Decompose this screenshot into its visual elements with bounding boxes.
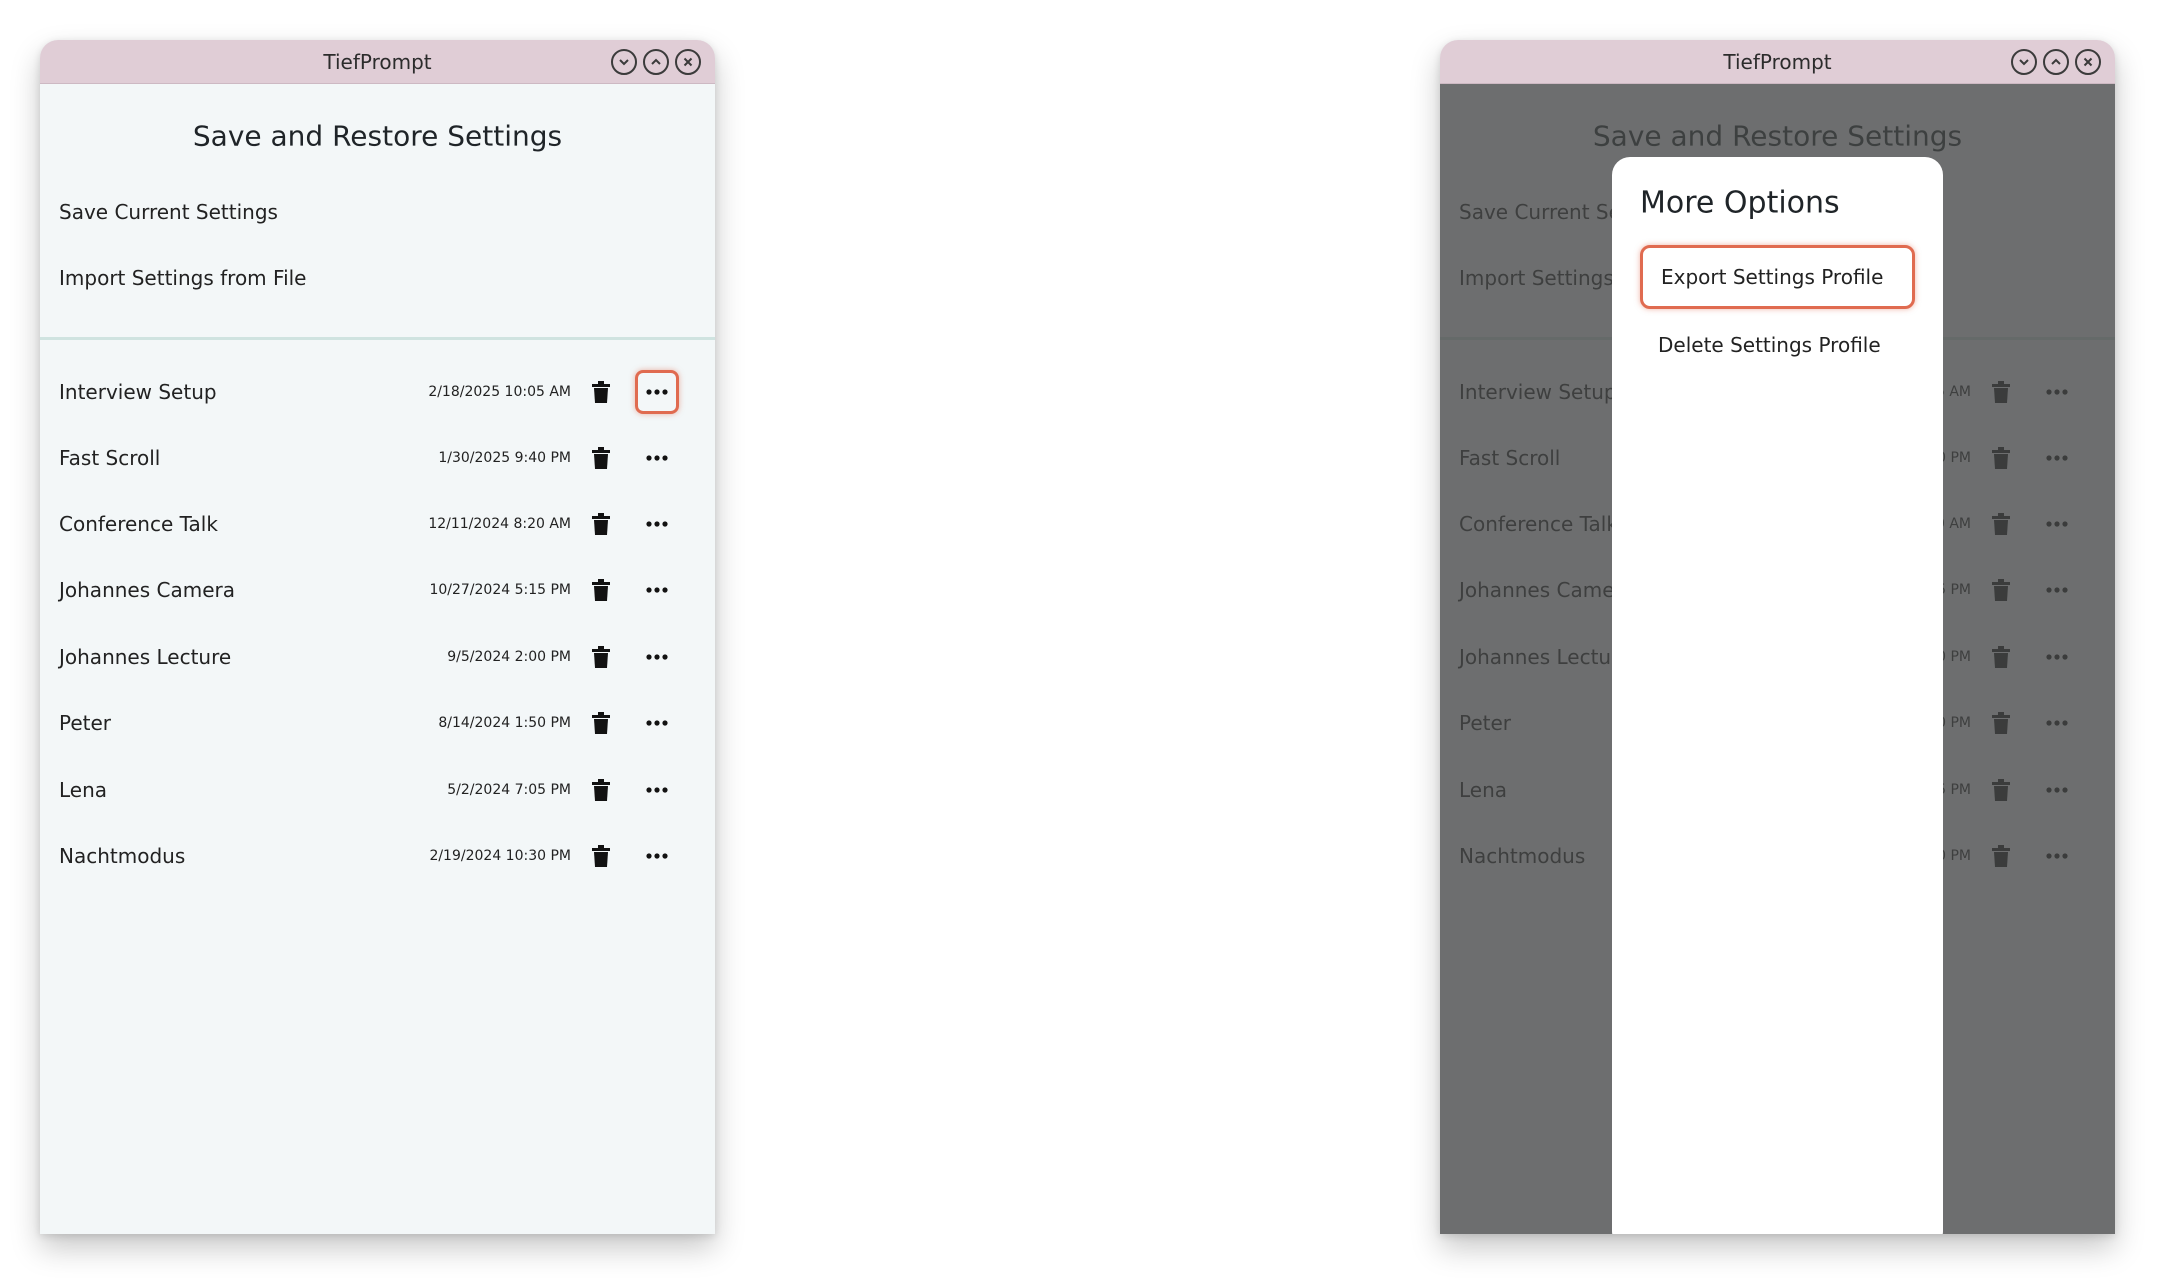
- profile-name: Interview Setup: [59, 380, 217, 404]
- profile-date: 1/30/2025 9:40 PM: [438, 450, 571, 466]
- profile-date: 8/14/2024 1:50 PM: [438, 715, 571, 731]
- close-icon[interactable]: [2075, 49, 2101, 75]
- more-options-button[interactable]: [635, 370, 679, 414]
- more-options-dialog: More Options Export Settings Profile Del…: [1612, 157, 1943, 1234]
- profile-row[interactable]: Lena 5/2/2024 7:05 PM: [40, 762, 715, 818]
- profile-row[interactable]: Interview Setup 2/18/2025 10:05 AM: [40, 364, 715, 420]
- dialog-title: More Options: [1640, 185, 1840, 221]
- profile-name: Lena: [59, 778, 108, 802]
- profile-name: Fast Scroll: [59, 446, 161, 470]
- profile-name: Johannes Lecture: [59, 645, 232, 669]
- more-options-button[interactable]: [635, 502, 679, 546]
- more-options-button[interactable]: [635, 768, 679, 812]
- profile-row[interactable]: Nachtmodus 2/19/2024 10:30 PM: [40, 828, 715, 884]
- profile-row[interactable]: Fast Scroll 1/30/2025 9:40 PM: [40, 430, 715, 486]
- profile-date: 10/27/2024 5:15 PM: [429, 582, 571, 598]
- more-options-button[interactable]: [635, 635, 679, 679]
- export-settings-profile-button[interactable]: Export Settings Profile: [1640, 245, 1915, 309]
- import-settings-button[interactable]: Import Settings from File: [59, 266, 307, 290]
- minimize-icon[interactable]: [611, 49, 637, 75]
- profile-row[interactable]: Johannes Camera 10/27/2024 5:15 PM: [40, 562, 715, 618]
- divider: [40, 337, 715, 340]
- profile-date: 9/5/2024 2:00 PM: [447, 649, 571, 665]
- settings-window-right: TiefPrompt Save and Restore Settings Sav…: [1440, 40, 2115, 1234]
- profile-date: 2/19/2024 10:30 PM: [429, 848, 571, 864]
- window-controls: [611, 49, 701, 75]
- profile-name: Peter: [59, 711, 112, 735]
- close-icon[interactable]: [675, 49, 701, 75]
- profile-date: 12/11/2024 8:20 AM: [428, 516, 571, 532]
- settings-window-left: TiefPrompt Save and Restore Settings Sav…: [40, 40, 715, 1234]
- more-options-button[interactable]: [635, 568, 679, 612]
- trash-icon[interactable]: [592, 579, 610, 601]
- maximize-icon[interactable]: [2043, 49, 2069, 75]
- more-options-button[interactable]: [635, 436, 679, 480]
- trash-icon[interactable]: [592, 646, 610, 668]
- modal-backdrop[interactable]: More Options Export Settings Profile Del…: [1440, 84, 2115, 1234]
- profile-row[interactable]: Peter 8/14/2024 1:50 PM: [40, 695, 715, 751]
- profile-name: Johannes Camera: [59, 578, 235, 602]
- titlebar[interactable]: TiefPrompt: [1440, 40, 2115, 84]
- profile-name: Conference Talk: [59, 512, 218, 536]
- profile-row[interactable]: Conference Talk 12/11/2024 8:20 AM: [40, 496, 715, 552]
- window-controls: [2011, 49, 2101, 75]
- more-options-button[interactable]: [635, 701, 679, 745]
- delete-settings-profile-button[interactable]: Delete Settings Profile: [1640, 313, 1915, 377]
- save-current-settings-button[interactable]: Save Current Settings: [59, 200, 278, 224]
- more-options-button[interactable]: [635, 834, 679, 878]
- profile-date: 2/18/2025 10:05 AM: [428, 384, 571, 400]
- minimize-icon[interactable]: [2011, 49, 2037, 75]
- maximize-icon[interactable]: [643, 49, 669, 75]
- profile-date: 5/2/2024 7:05 PM: [447, 782, 571, 798]
- page-title: Save and Restore Settings: [192, 119, 563, 153]
- profile-name: Nachtmodus: [59, 844, 186, 868]
- trash-icon[interactable]: [592, 779, 610, 801]
- content: Save and Restore Settings Save Current S…: [40, 84, 715, 1234]
- trash-icon[interactable]: [592, 712, 610, 734]
- trash-icon[interactable]: [592, 845, 610, 867]
- trash-icon[interactable]: [592, 447, 610, 469]
- trash-icon[interactable]: [592, 513, 610, 535]
- titlebar[interactable]: TiefPrompt: [40, 40, 715, 84]
- profile-row[interactable]: Johannes Lecture 9/5/2024 2:00 PM: [40, 629, 715, 685]
- trash-icon[interactable]: [592, 381, 610, 403]
